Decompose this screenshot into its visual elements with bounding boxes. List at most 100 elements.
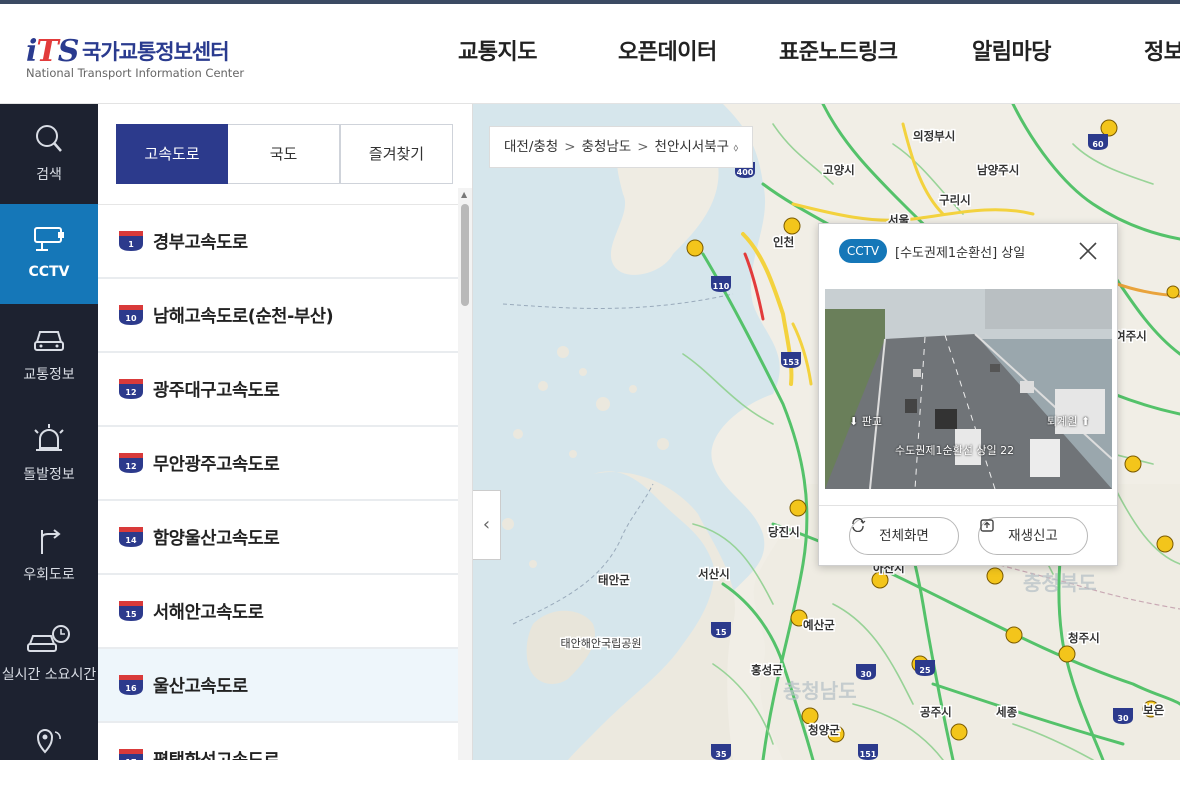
collapse-panel-button[interactable]: ‹: [473, 490, 501, 560]
nav-search-label: 검색: [36, 167, 62, 183]
road-list-item[interactable]: 10 남해고속도로(순천-부산): [98, 279, 458, 353]
traffic-map[interactable]: 60 400 110 153 15 30 25 151 30 35 의정부시 고…: [473, 104, 1180, 760]
cctv-popup: CCTV [수도권제1순환선] 상일 ⬇ 판교 퇴계원 ⬆ 수도권제1순환선 상…: [818, 223, 1118, 566]
svg-text:153: 153: [783, 358, 800, 367]
tab-favorites[interactable]: 즐겨찾기: [340, 124, 453, 184]
cctv-video[interactable]: ⬇ 판교 퇴계원 ⬆ 수도권제1순환선 상일 22: [825, 289, 1112, 489]
map-label: 보은: [1143, 703, 1165, 717]
fullscreen-button[interactable]: 전체화면: [849, 517, 959, 555]
map-label: 남양주시: [977, 163, 1019, 177]
cctv-road-panel: 고속도로 국도 즐겨찾기 1 경부고속도로 10 남해고속도로(순천-부산) 1…: [98, 104, 473, 760]
menu-standard-node-link[interactable]: 표준노드링크: [779, 34, 898, 66]
breadcrumb-item[interactable]: 천안시서북구: [655, 139, 730, 155]
svg-text:15: 15: [715, 628, 727, 637]
road-type-tabs: 고속도로 국도 즐겨찾기: [116, 124, 453, 184]
car-clock-icon: [27, 625, 70, 652]
menu-open-data[interactable]: 오픈데이터: [618, 34, 717, 66]
nav-detour[interactable]: 우회도로: [0, 504, 98, 604]
road-name: 평택화성고속도로: [153, 747, 280, 760]
road-name: 함양울산고속도로: [153, 529, 280, 549]
map-region-label: 충청남도: [783, 679, 857, 703]
road-list-item[interactable]: 17 평택화성고속도로: [98, 723, 458, 760]
menu-notice[interactable]: 알림마당: [972, 34, 1051, 66]
map-label: 구리시: [939, 193, 971, 207]
map-label: 인천: [773, 235, 794, 249]
route-shield-icon: 14: [119, 527, 143, 547]
map-pin-icon: [36, 729, 61, 754]
tab-expressway[interactable]: 고속도로: [116, 124, 228, 184]
map-label: 청주시: [1068, 631, 1100, 645]
cctv-title: [수도권제1순환선] 상일: [895, 246, 1026, 261]
route-shield-icon: 12: [119, 453, 143, 473]
svg-text:30: 30: [860, 670, 872, 679]
left-nav-bar: 검색 CCTV 교통정보 돌발정보 우회도로 실시간 소요시간: [0, 104, 98, 760]
road-list-item[interactable]: 16 울산고속도로: [98, 649, 458, 723]
svg-text:151: 151: [860, 750, 877, 759]
siren-icon: [34, 424, 64, 451]
road-list-item[interactable]: 15 서해안고속도로: [98, 575, 458, 649]
nav-traffic-info-label: 교통정보: [23, 367, 75, 383]
svg-text:16: 16: [125, 684, 137, 693]
map-label: 의정부시: [913, 129, 955, 143]
road-name: 광주대구고속도로: [153, 381, 280, 401]
road-name: 남해고속도로(순천-부산): [153, 307, 334, 327]
menu-traffic-map[interactable]: 교통지도: [458, 34, 537, 66]
map-label: 고양시: [823, 163, 855, 177]
nav-detour-label: 우회도로: [23, 567, 75, 583]
site-header: iTS 국가교통정보센터 National Transport Informat…: [0, 4, 1180, 104]
route-shield-icon: 1: [119, 231, 143, 251]
cctv-frame: [825, 289, 1112, 489]
map-label: 당진시: [768, 525, 800, 539]
svg-text:30: 30: [1117, 714, 1129, 723]
car-icon: [34, 331, 64, 351]
nav-incident[interactable]: 돌발정보: [0, 404, 98, 504]
route-shield-icon: 16: [119, 675, 143, 695]
scroll-up-arrow-icon[interactable]: ▲: [461, 190, 467, 199]
tab-national-road[interactable]: 국도: [228, 124, 340, 184]
map-label: 청양군: [808, 723, 840, 737]
nav-traffic-info[interactable]: 교통정보: [0, 304, 98, 404]
svg-text:10: 10: [125, 314, 137, 323]
map-label: 홍성군: [751, 663, 783, 677]
nav-location[interactable]: [0, 704, 98, 804]
site-logo[interactable]: iTS 국가교통정보센터 National Transport Informat…: [26, 34, 266, 84]
svg-text:14: 14: [125, 536, 137, 545]
road-list-item[interactable]: 14 함양울산고속도로: [98, 501, 458, 575]
cctv-badge: CCTV: [839, 239, 887, 263]
road-name: 경부고속도로: [153, 233, 248, 253]
map-label: 서산시: [698, 567, 730, 581]
refresh-icon: [852, 518, 866, 532]
road-list-item[interactable]: 12 광주대구고속도로: [98, 353, 458, 427]
scrollbar-thumb[interactable]: [461, 204, 469, 306]
nav-travel-time[interactable]: 실시간 소요시간: [0, 604, 98, 704]
road-list: 1 경부고속도로 10 남해고속도로(순천-부산) 12 광주대구고속도로 12…: [98, 204, 458, 760]
road-list-item[interactable]: 12 무안광주고속도로: [98, 427, 458, 501]
close-icon[interactable]: [1077, 240, 1099, 262]
list-scrollbar[interactable]: ▲: [458, 188, 472, 760]
map-label: 예산군: [803, 618, 835, 632]
dropdown-caret-icon[interactable]: ⬨: [733, 141, 738, 154]
svg-text:15: 15: [125, 610, 137, 619]
route-shield-icon: 17: [119, 749, 143, 760]
road-list-item[interactable]: 1 경부고속도로: [98, 205, 458, 279]
map-label: 공주시: [920, 705, 952, 719]
svg-text:60: 60: [1092, 140, 1104, 149]
svg-text:110: 110: [713, 282, 730, 291]
breadcrumb-separator-icon: >: [637, 139, 649, 155]
svg-text:1: 1: [128, 240, 134, 249]
report-playback-button[interactable]: 재생신고: [978, 517, 1088, 555]
nav-search[interactable]: 검색: [0, 104, 98, 204]
nav-cctv[interactable]: CCTV: [0, 204, 98, 304]
popup-divider: [819, 505, 1117, 506]
breadcrumb-item[interactable]: 충청남도: [582, 139, 632, 155]
logo-subtitle: National Transport Information Center: [26, 66, 245, 80]
chevron-left-icon: ‹: [482, 514, 491, 535]
svg-text:400: 400: [737, 168, 754, 177]
cctv-direction-right: 퇴계원 ⬆: [1047, 415, 1091, 428]
breadcrumb-item[interactable]: 대전/충청: [504, 139, 558, 155]
menu-info[interactable]: 정보: [1144, 34, 1180, 66]
svg-text:12: 12: [125, 462, 136, 471]
svg-text:25: 25: [919, 666, 931, 675]
route-shield-icon: 12: [119, 379, 143, 399]
main-menu: 교통지도 오픈데이터 표준노드링크 알림마당 정보: [440, 34, 1180, 74]
